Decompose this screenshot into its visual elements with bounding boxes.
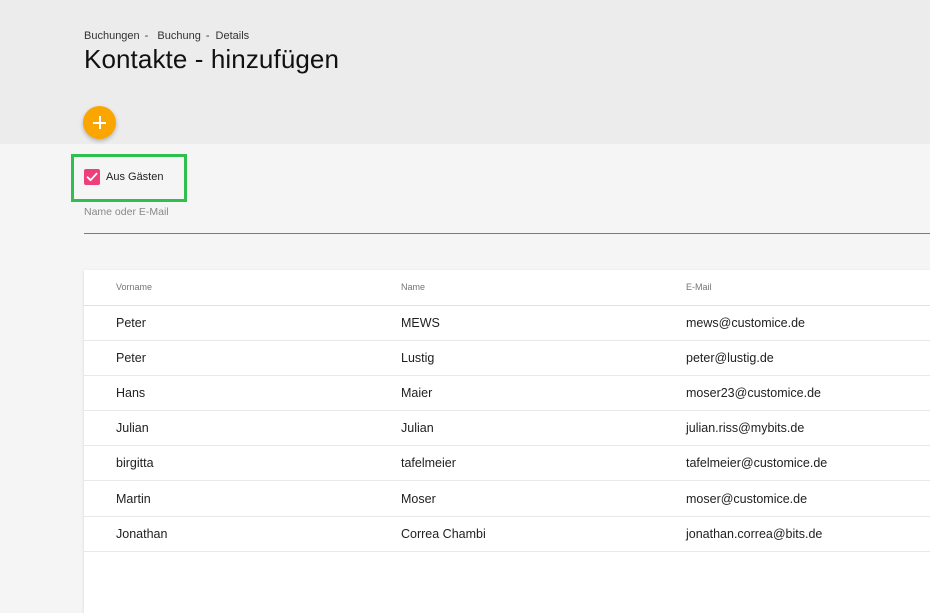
cell-email: tafelmeier@customice.de (686, 445, 930, 482)
cell-email: jonathan.correa@bits.de (686, 516, 930, 552)
column-header-email[interactable]: E-Mail (686, 270, 930, 306)
cell-vorname: Jonathan (84, 516, 401, 552)
cell-vorname: Martin (84, 480, 401, 517)
cell-name: Lustig (401, 340, 686, 376)
cell-name: tafelmeier (401, 445, 686, 482)
checkbox-label: Aus Gästen (106, 171, 164, 183)
table-row[interactable]: Martin Moser moser@customice.de (84, 480, 930, 517)
page-header: Buchungen - Buchung - Details Kontakte - hi… (0, 0, 930, 144)
aus-gaesten-checkbox[interactable]: Aus Gästen (84, 169, 163, 185)
cell-name: Moser (401, 480, 686, 517)
breadcrumb-item-buchungen[interactable]: Buchungen (84, 30, 140, 42)
checkbox-checked-icon[interactable] (84, 169, 100, 185)
cell-email: peter@lustig.de (686, 340, 930, 376)
cell-vorname: Peter (84, 340, 401, 376)
cell-vorname: birgitta (84, 445, 401, 482)
search-input[interactable] (84, 205, 930, 234)
table-header-row: Vorname Name E-Mail (84, 270, 930, 306)
cell-name: Correa Chambi (401, 516, 686, 552)
breadcrumb-separator: - (144, 30, 149, 42)
breadcrumb-separator: - (205, 30, 210, 42)
add-button[interactable] (83, 106, 116, 139)
table-row[interactable]: birgitta tafelmeier tafelmeier@customice… (84, 445, 930, 482)
cell-email: moser@customice.de (686, 480, 930, 517)
cell-name: MEWS (401, 305, 686, 341)
breadcrumb: Buchungen - Buchung - Details (84, 30, 249, 42)
cell-email: moser23@customice.de (686, 375, 930, 412)
cell-vorname: Peter (84, 305, 401, 341)
cell-vorname: Hans (84, 375, 401, 412)
table-row[interactable]: Hans Maier moser23@customice.de (84, 375, 930, 412)
table-row[interactable]: Jonathan Correa Chambi jonathan.correa@b… (84, 516, 930, 552)
cell-vorname: Julian (84, 410, 401, 447)
contacts-table: Vorname Name E-Mail Peter MEWS mews@cust… (84, 270, 930, 613)
table-row[interactable]: Peter Lustig peter@lustig.de (84, 340, 930, 376)
page-title: Kontakte - hinzufügen (84, 44, 340, 74)
breadcrumb-item-details[interactable]: Details (216, 30, 250, 42)
cell-name: Maier (401, 375, 686, 412)
column-header-vorname[interactable]: Vorname (84, 270, 401, 306)
cell-email: mews@customice.de (686, 305, 930, 341)
cell-email: julian.riss@mybits.de (686, 410, 930, 447)
column-header-name[interactable]: Name (401, 270, 686, 306)
cell-name: Julian (401, 410, 686, 447)
table-row[interactable]: Julian Julian julian.riss@mybits.de (84, 410, 930, 447)
breadcrumb-item-buchung[interactable]: Buchung (157, 30, 200, 42)
table-row[interactable]: Peter MEWS mews@customice.de (84, 305, 930, 341)
